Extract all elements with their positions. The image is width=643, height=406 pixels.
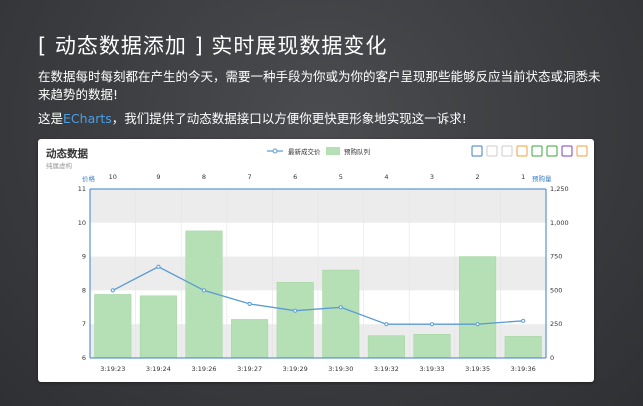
bar-preorder[interactable]	[367, 335, 405, 359]
intro-paragraph: 在数据每时每刻都在产生的今天，需要一种手段为你或为你的客户呈现那些能够反应当前状…	[38, 69, 601, 102]
promo-paragraph: 这是ECharts，我们提供了动态数据接口以方便你更快更形象地实现这一诉求!	[38, 110, 608, 128]
save-image-icon[interactable]	[576, 145, 588, 157]
legend-line-marker	[272, 148, 278, 154]
left-axis-name: 价格	[82, 174, 96, 183]
left-axis-tick-label: 7	[82, 320, 86, 328]
price-point[interactable]	[247, 301, 252, 307]
promo-suffix: ，我们提供了动态数据接口以方便你更快更形象地实现这一诉求!	[111, 111, 467, 126]
price-point[interactable]	[429, 322, 435, 327]
promo-prefix: 这是	[38, 111, 64, 126]
bottom-axis-tick-label: 3:19:33	[419, 365, 444, 373]
bar-preorder[interactable]	[276, 281, 314, 359]
bottom-axis-tick-label: 3:19:29	[283, 365, 308, 373]
top-axis-tick-label: 10	[109, 173, 117, 181]
bar-preorder[interactable]	[139, 295, 177, 359]
chart-card: 动态数据 纯属虚构 最新成交价 预购队列 11 10 9 8 7 6 1,250 1,000 750 50…	[38, 139, 594, 382]
bar-preorder[interactable]	[413, 334, 451, 359]
right-axis-tick-label: 0	[550, 354, 554, 362]
top-axis-tick-label: 6	[293, 173, 297, 181]
top-axis-tick-label: 8	[202, 173, 206, 181]
right-axis-tick-label: 250	[550, 320, 562, 328]
bottom-axis-tick-label: 3:19:36	[511, 365, 536, 373]
bar-chart-icon[interactable]	[546, 145, 558, 157]
mark-clear-icon[interactable]	[501, 145, 513, 157]
left-axis-tick-label: 8	[82, 286, 86, 294]
legend-bar-swatch[interactable]	[326, 147, 340, 155]
bar-preorder[interactable]	[504, 336, 542, 359]
bottom-axis-tick-label: 3:19:24	[146, 365, 171, 373]
line-chart-icon[interactable]	[531, 145, 543, 157]
top-axis-tick-label: 7	[248, 173, 252, 181]
left-axis-tick-label: 9	[82, 253, 86, 261]
right-axis-name: 预购量	[532, 174, 552, 183]
top-axis-tick-label: 4	[384, 173, 388, 181]
bar-preorder[interactable]	[459, 256, 497, 359]
top-axis-tick-label: 2	[476, 173, 480, 181]
bottom-axis-tick-label: 3:19:32	[374, 365, 399, 373]
page-title: [ 动态数据添加 ] 实时展现数据变化	[38, 34, 388, 58]
legend-item-line[interactable]: 最新成交价	[288, 147, 321, 156]
left-axis-tick-label: 11	[78, 185, 86, 193]
echarts-link[interactable]: ECharts	[63, 111, 112, 126]
bottom-axis-tick-label: 3:19:23	[100, 365, 125, 373]
legend-item-bar[interactable]: 预购队列	[344, 147, 370, 156]
chart-title: 动态数据	[46, 147, 88, 160]
top-axis-tick-label: 3	[430, 173, 434, 181]
price-point[interactable]	[384, 322, 389, 327]
right-axis-tick-label: 750	[550, 253, 562, 261]
chart-subtitle: 纯属虚构	[46, 161, 73, 170]
data-view-icon[interactable]	[516, 145, 528, 157]
top-axis-tick-label: 5	[339, 173, 343, 181]
price-point[interactable]	[110, 288, 115, 293]
price-point[interactable]	[475, 322, 480, 327]
bar-preorder[interactable]	[322, 269, 360, 359]
mark-pen-icon[interactable]	[471, 145, 483, 157]
right-axis-tick-label: 500	[550, 286, 562, 294]
right-axis-tick-label: 1,000	[550, 219, 569, 227]
right-axis-tick-label: 1,250	[550, 185, 569, 193]
left-axis-tick-label: 10	[78, 219, 86, 227]
restore-icon[interactable]	[561, 145, 573, 157]
price-point[interactable]	[201, 288, 207, 293]
price-point[interactable]	[521, 318, 526, 323]
left-axis-tick-label: 6	[82, 354, 86, 362]
top-axis-tick-label: 1	[521, 173, 525, 181]
price-point[interactable]	[293, 308, 298, 313]
top-axis-tick-label: 9	[156, 173, 160, 181]
mark-undo-icon[interactable]	[486, 145, 498, 157]
price-point[interactable]	[156, 264, 161, 269]
bottom-axis-tick-label: 3:19:26	[191, 365, 216, 373]
bottom-axis-tick-label: 3:19:27	[237, 365, 262, 373]
bar-preorder[interactable]	[94, 294, 132, 359]
bar-preorder[interactable]	[231, 319, 269, 359]
chart-svg: 动态数据纯属虚构最新成交价 预购队列111098761,2501,00075050…	[46, 145, 588, 373]
price-point[interactable]	[338, 305, 343, 310]
bottom-axis-tick-label: 3:19:30	[328, 365, 353, 373]
bottom-axis-tick-label: 3:19:35	[465, 365, 490, 373]
